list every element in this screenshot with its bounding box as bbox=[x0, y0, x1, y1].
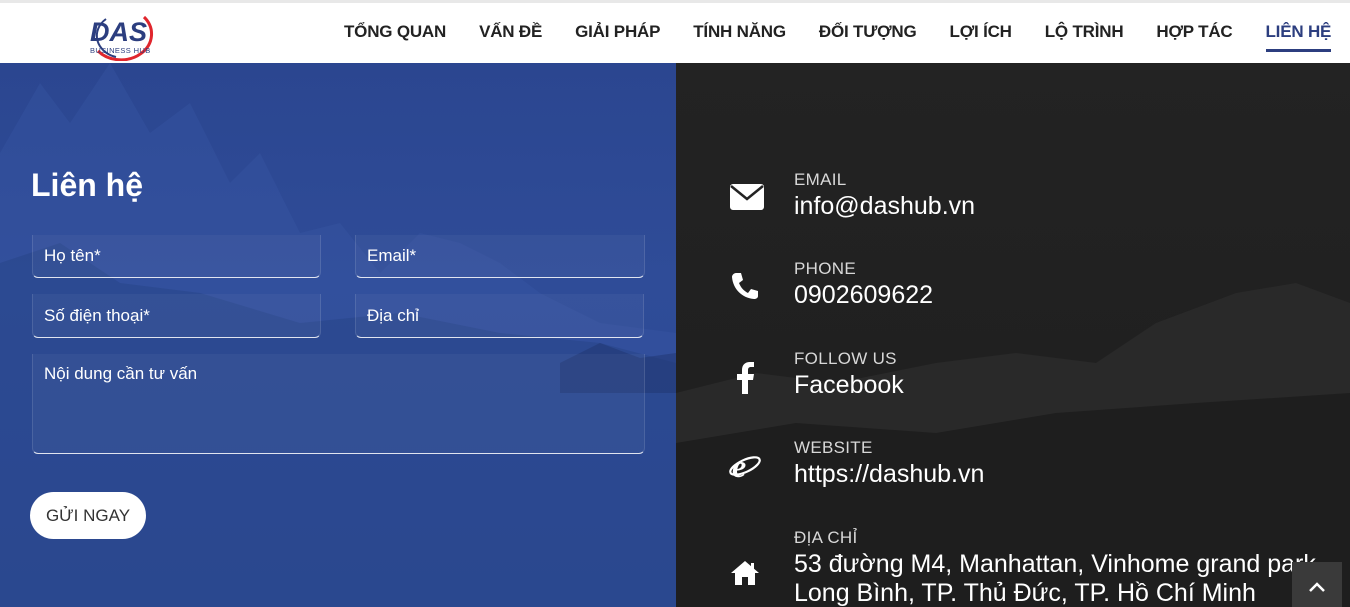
nav-item-lien-he[interactable]: LIÊN HỆ bbox=[1265, 22, 1331, 52]
message-textarea[interactable] bbox=[33, 354, 644, 453]
nav-item-hop-tac[interactable]: HỢP TÁC bbox=[1156, 22, 1232, 52]
svg-text:BUSINESS HUB: BUSINESS HUB bbox=[90, 46, 151, 55]
address-input[interactable] bbox=[356, 294, 643, 337]
nav-item-tinh-nang[interactable]: TÍNH NĂNG bbox=[693, 22, 786, 52]
email-label: EMAIL bbox=[794, 170, 847, 189]
phone-input[interactable] bbox=[33, 294, 320, 337]
address-line-2: Long Bình, TP. Thủ Đức, TP. Hồ Chí Minh bbox=[794, 579, 1256, 607]
nav-item-van-de[interactable]: VẤN ĐỀ bbox=[479, 22, 542, 52]
name-field bbox=[32, 235, 321, 278]
das-logo[interactable]: DAS BUSINESS HUB bbox=[86, 11, 176, 62]
phone-value[interactable]: 0902609622 bbox=[794, 281, 933, 310]
facebook-icon bbox=[726, 359, 764, 397]
contact-form-panel: Liên hệ GỬI NGAY bbox=[0, 63, 676, 607]
email-value[interactable]: info@dashub.vn bbox=[794, 192, 975, 221]
address-field bbox=[355, 294, 644, 338]
svg-text:DAS: DAS bbox=[90, 17, 147, 47]
name-input[interactable] bbox=[33, 235, 320, 277]
home-icon bbox=[726, 554, 764, 592]
message-field bbox=[32, 354, 645, 454]
contact-info-panel: EMAIL info@dashub.vn PHONE 0902609622 FO… bbox=[676, 63, 1350, 607]
chevron-up-icon bbox=[1309, 582, 1325, 592]
internet-explorer-icon: e bbox=[726, 447, 764, 485]
site-header: DAS BUSINESS HUB TỔNG QUAN VẤN ĐỀ GIẢI P… bbox=[0, 0, 1350, 63]
nav-item-doi-tuong[interactable]: ĐỐI TƯỢNG bbox=[819, 22, 917, 52]
address-line-1: 53 đường M4, Manhattan, Vinhome grand pa… bbox=[794, 550, 1323, 578]
email-field bbox=[355, 235, 645, 278]
nav-item-lo-trinh[interactable]: LỘ TRÌNH bbox=[1045, 22, 1124, 52]
phone-label: PHONE bbox=[794, 259, 856, 278]
website-label: WEBSITE bbox=[794, 438, 873, 457]
envelope-icon bbox=[728, 178, 766, 216]
facebook-link[interactable]: Facebook bbox=[794, 371, 904, 400]
send-button[interactable]: GỬI NGAY bbox=[30, 492, 146, 539]
nav-item-giai-phap[interactable]: GIẢI PHÁP bbox=[575, 22, 660, 52]
email-input[interactable] bbox=[356, 235, 644, 277]
nav-item-loi-ich[interactable]: LỢI ÍCH bbox=[950, 22, 1012, 52]
phone-icon bbox=[726, 267, 764, 305]
address-label: ĐỊA CHỈ bbox=[794, 528, 858, 547]
form-title: Liên hệ bbox=[31, 167, 144, 203]
follow-label: FOLLOW US bbox=[794, 349, 897, 368]
nav-item-tong-quan[interactable]: TỔNG QUAN bbox=[344, 22, 446, 52]
main-nav: TỔNG QUAN VẤN ĐỀ GIẢI PHÁP TÍNH NĂNG ĐỐI… bbox=[344, 22, 1350, 52]
mountain-background-dark bbox=[676, 283, 1350, 607]
website-link[interactable]: https://dashub.vn bbox=[794, 460, 984, 489]
scroll-to-top-button[interactable] bbox=[1292, 562, 1342, 607]
phone-field bbox=[32, 294, 321, 338]
